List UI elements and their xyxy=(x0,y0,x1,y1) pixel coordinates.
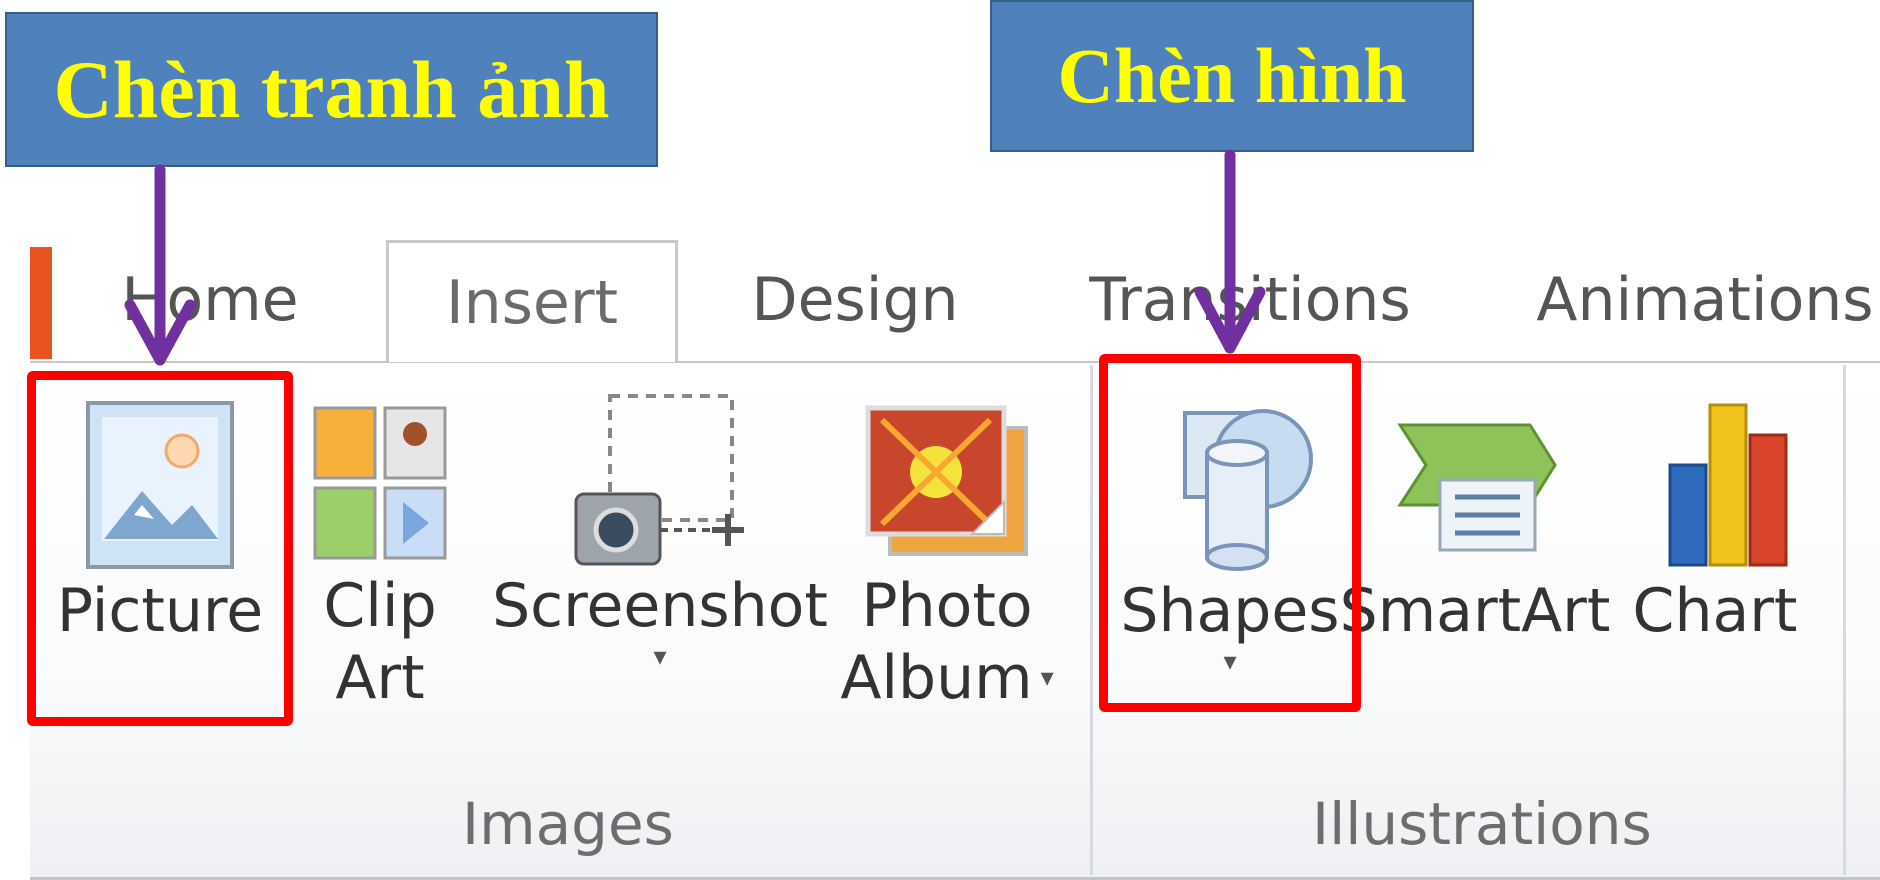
photo-album-icon xyxy=(865,405,1028,556)
callout-insert-picture: Chèn tranh ảnh xyxy=(5,12,658,167)
tab-home[interactable]: Home xyxy=(60,240,360,360)
photo-album-label-line1: Photo xyxy=(861,571,1033,641)
clip-art-label-line1: Clip xyxy=(323,571,437,641)
clip-art-button[interactable]: Clip Art xyxy=(300,400,460,714)
tab-design[interactable]: Design xyxy=(720,240,990,360)
screenshot-button[interactable]: Screenshot ▾ xyxy=(492,390,828,672)
tab-insert[interactable]: Insert xyxy=(386,240,678,362)
ribbon-tab-bar: Home Insert Design Transitions Animation… xyxy=(0,240,1880,365)
clip-art-icon xyxy=(313,406,447,560)
screenshot-icon xyxy=(574,394,744,566)
photo-album-button[interactable]: Photo Album ▾ xyxy=(832,400,1062,714)
group-label-images: Images xyxy=(462,790,674,858)
smartart-label: SmartArt xyxy=(1339,576,1611,646)
highlight-box-picture xyxy=(27,371,293,726)
photo-album-label-line2: Album xyxy=(840,643,1033,713)
chart-button[interactable]: Chart xyxy=(1600,395,1830,647)
smartart-button[interactable]: SmartArt xyxy=(1340,405,1610,647)
tab-transitions[interactable]: Transitions xyxy=(1080,240,1420,360)
clip-art-label-line2: Art xyxy=(335,643,425,713)
file-tab-edge[interactable] xyxy=(30,247,52,359)
screenshot-label: Screenshot xyxy=(492,571,828,641)
chart-icon xyxy=(1668,403,1788,567)
callout-insert-shapes: Chèn hình xyxy=(990,0,1474,152)
highlight-box-shapes xyxy=(1099,354,1361,712)
chart-label: Chart xyxy=(1632,576,1798,646)
tab-animations[interactable]: Animations xyxy=(1530,240,1880,360)
group-label-illustrations: Illustrations xyxy=(1312,790,1652,858)
smartart-icon xyxy=(1397,423,1557,552)
group-separator xyxy=(1843,365,1846,875)
screenshot-dropdown-arrow[interactable]: ▾ xyxy=(653,642,666,672)
group-separator xyxy=(1090,365,1093,875)
photo-album-dropdown-arrow[interactable]: ▾ xyxy=(1041,663,1054,693)
